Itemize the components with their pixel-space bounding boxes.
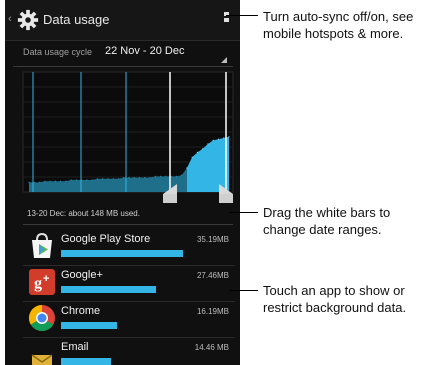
divider bbox=[23, 224, 233, 225]
usage-data-point bbox=[186, 167, 188, 169]
usage-data-point bbox=[128, 177, 130, 179]
usage-chart bbox=[22, 71, 234, 203]
app-row-google-plus[interactable]: g + Google+ 27.46MB bbox=[23, 265, 235, 302]
usage-data-point bbox=[75, 179, 77, 181]
usage-data-point bbox=[196, 151, 199, 153]
app-usage-bar bbox=[61, 322, 117, 329]
phone-screen: ‹ Data usage Data usage cycle 22 Nov - 2… bbox=[5, 0, 240, 365]
usage-data-point bbox=[159, 175, 162, 177]
usage-data-point bbox=[228, 136, 230, 138]
google-plus-icon: g + bbox=[29, 269, 55, 295]
usage-data-point bbox=[44, 180, 46, 182]
app-row-email[interactable]: Email 14.46 MB bbox=[23, 337, 235, 365]
usage-data-point bbox=[96, 178, 99, 180]
usage-data-point bbox=[149, 177, 151, 179]
usage-data-point bbox=[59, 180, 62, 182]
usage-data-point bbox=[107, 178, 109, 180]
action-bar: ‹ Data usage bbox=[5, 0, 240, 41]
play-store-icon bbox=[32, 232, 52, 258]
usage-data-point bbox=[181, 174, 183, 176]
usage-summary: 13-20 Dec: about 148 MB used. bbox=[27, 209, 140, 218]
app-usage-bar bbox=[61, 286, 156, 293]
usage-data-point bbox=[102, 178, 104, 180]
usage-data-point bbox=[123, 177, 125, 179]
back-caret-icon[interactable]: ‹ bbox=[8, 13, 12, 25]
usage-data-point bbox=[154, 175, 156, 177]
cycle-value: 22 Nov - 20 Dec bbox=[105, 45, 185, 57]
usage-data-point bbox=[54, 180, 56, 182]
usage-data-point bbox=[70, 179, 72, 181]
usage-data-point bbox=[165, 175, 167, 177]
usage-data-point bbox=[191, 156, 193, 158]
app-name: Google+ bbox=[61, 269, 103, 281]
app-data-size: 27.46MB bbox=[196, 271, 229, 280]
gear-icon[interactable] bbox=[17, 9, 39, 31]
svg-text:+: + bbox=[43, 273, 49, 285]
usage-data-point bbox=[117, 178, 120, 180]
usage-data-point bbox=[202, 148, 204, 150]
app-usage-bar bbox=[61, 250, 183, 257]
data-usage-cycle-selector[interactable]: Data usage cycle 22 Nov - 20 Dec bbox=[13, 40, 233, 67]
page-title: Data usage bbox=[43, 12, 110, 27]
usage-data-point bbox=[207, 143, 209, 145]
app-name: Email bbox=[61, 341, 89, 353]
usage-data-point bbox=[49, 180, 51, 182]
dropdown-corner-icon bbox=[221, 57, 227, 63]
email-icon bbox=[31, 354, 53, 365]
callout-line bbox=[229, 290, 258, 291]
app-data-size: 16.19MB bbox=[196, 307, 229, 316]
app-usage-bar bbox=[61, 358, 111, 365]
app-row-chrome[interactable]: Chrome 16.19MB bbox=[23, 301, 235, 338]
callout-touch-text: Touch an app to show or restrict backgro… bbox=[263, 283, 407, 315]
usage-data-point bbox=[133, 177, 135, 179]
usage-data-point bbox=[138, 177, 141, 179]
usage-data-point bbox=[28, 181, 30, 183]
app-name: Chrome bbox=[61, 305, 101, 317]
callout-line bbox=[226, 15, 258, 16]
usage-data-point bbox=[38, 181, 41, 183]
usage-data-point bbox=[144, 177, 146, 179]
usage-data-point bbox=[112, 178, 114, 180]
app-row-google-play-store[interactable]: Google Play Store 35.19MB bbox=[23, 229, 235, 266]
usage-data-point bbox=[91, 179, 93, 181]
usage-data-point bbox=[212, 139, 214, 141]
svg-text:g: g bbox=[34, 275, 42, 292]
usage-data-point bbox=[217, 138, 220, 140]
callout-line bbox=[229, 212, 258, 213]
app-name: Google Play Store bbox=[61, 233, 151, 245]
callout-drag-text: Drag the white bars to change date range… bbox=[263, 205, 391, 237]
usage-data-point bbox=[223, 137, 225, 139]
chrome-icon bbox=[28, 304, 55, 332]
usage-data-point bbox=[86, 179, 88, 181]
usage-data-point bbox=[175, 175, 177, 177]
app-data-size: 35.19MB bbox=[196, 235, 229, 244]
cycle-label: Data usage cycle bbox=[23, 47, 93, 57]
app-data-size: 14.46 MB bbox=[194, 343, 229, 352]
callout-sync-text: Turn auto-sync off/on, see mobile hotspo… bbox=[263, 9, 414, 41]
usage-data-point bbox=[33, 181, 35, 183]
usage-data-point bbox=[65, 180, 67, 182]
